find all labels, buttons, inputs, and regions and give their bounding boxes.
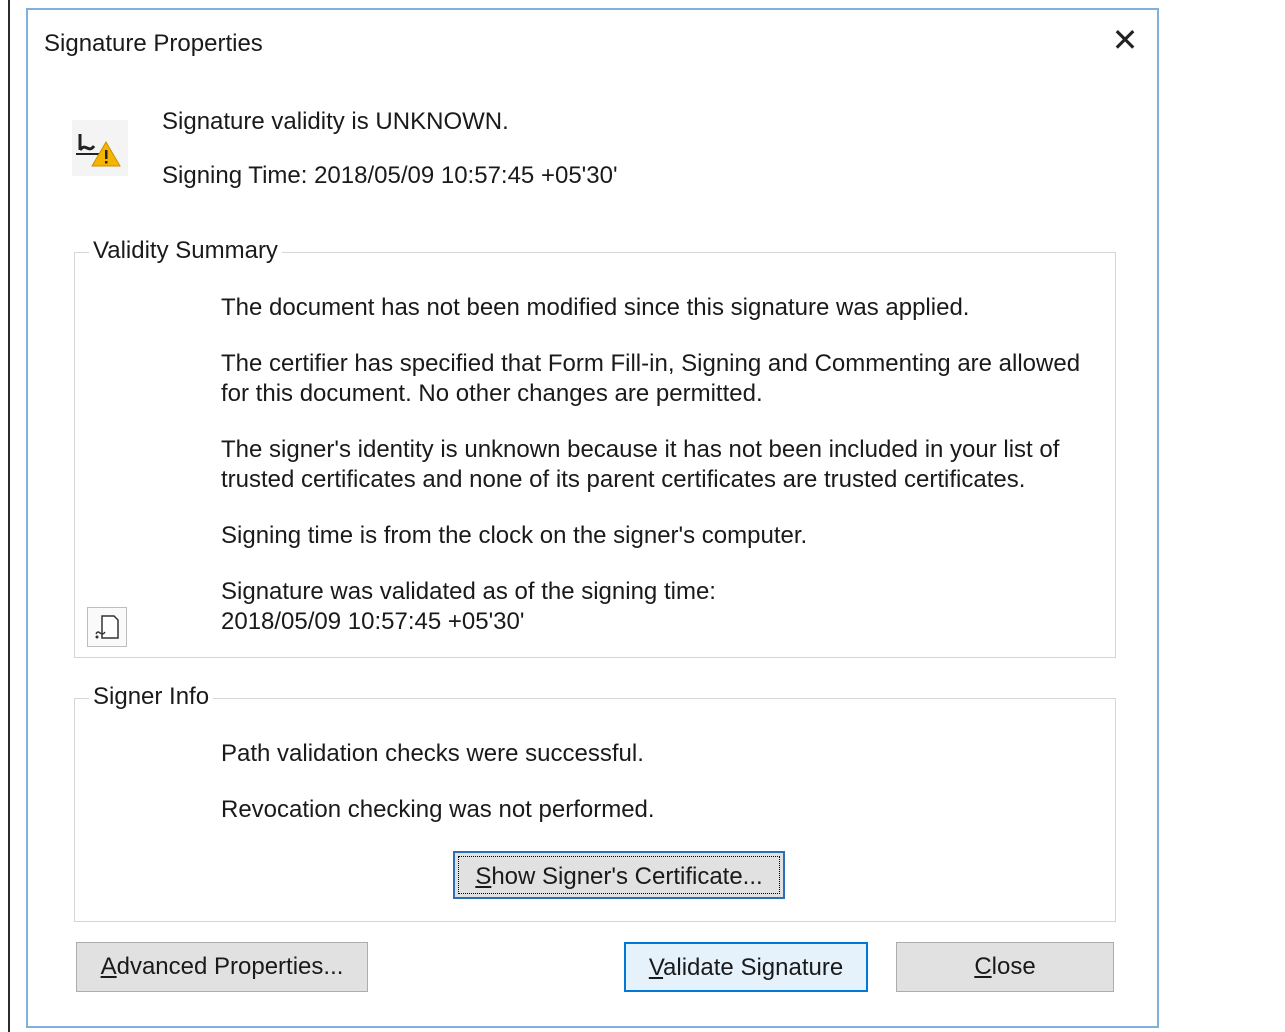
document-signature-icon <box>87 607 127 647</box>
close-label: lose <box>991 953 1036 980</box>
signing-time: Signing Time: 2018/05/09 10:57:45 +05'30… <box>162 162 618 189</box>
close-icon[interactable]: ✕ <box>1107 22 1143 58</box>
signer-info-group: Signer Info Path validation checks were … <box>74 683 1116 922</box>
advanced-label: dvanced Properties... <box>116 953 344 980</box>
summary-paragraph: Signature was validated as of the signin… <box>221 578 716 635</box>
show-cert-label: how Signer's Certificate... <box>491 863 763 890</box>
validate-signature-button[interactable]: Validate Signature <box>624 942 868 992</box>
validate-label: alidate Signature <box>663 954 844 981</box>
summary-paragraph: Signing time is from the clock on the si… <box>221 522 808 549</box>
signer-info-paragraph: Path validation checks were successful. <box>221 740 644 767</box>
advanced-properties-button[interactable]: Advanced Properties... <box>76 942 368 992</box>
show-cert-mnemonic: S <box>475 863 492 890</box>
signer-info-paragraph: Revocation checking was not performed. <box>221 796 655 823</box>
signature-properties-dialog: Signature Properties ✕ Signature validit… <box>26 8 1159 1028</box>
document-signature-icon-glyph <box>95 615 119 639</box>
show-signers-certificate-button[interactable]: Show Signer's Certificate... <box>453 851 785 899</box>
close-button[interactable]: Close <box>896 942 1114 992</box>
dialog-content: Signature validity is UNKNOWN. Signing T… <box>30 72 1155 1024</box>
background-window-edge <box>8 0 10 1032</box>
signature-warning-icon <box>72 120 128 176</box>
validate-mnemonic: V <box>648 954 664 981</box>
signer-info-legend: Signer Info <box>89 683 214 711</box>
summary-paragraph: The document has not been modified since… <box>221 294 970 321</box>
title-bar: Signature Properties ✕ <box>28 10 1157 72</box>
summary-paragraph: The signer's identity is unknown because… <box>221 436 1060 493</box>
validity-summary-legend: Validity Summary <box>89 237 282 265</box>
dialog-title: Signature Properties <box>44 30 263 57</box>
advanced-mnemonic: A <box>100 953 117 980</box>
signature-validity-status: Signature validity is UNKNOWN. <box>162 108 509 135</box>
validity-summary-group: Validity Summary The document has not be… <box>74 237 1116 658</box>
summary-paragraph: The certifier has specified that Form Fi… <box>221 350 1081 407</box>
close-mnemonic: C <box>974 953 992 980</box>
